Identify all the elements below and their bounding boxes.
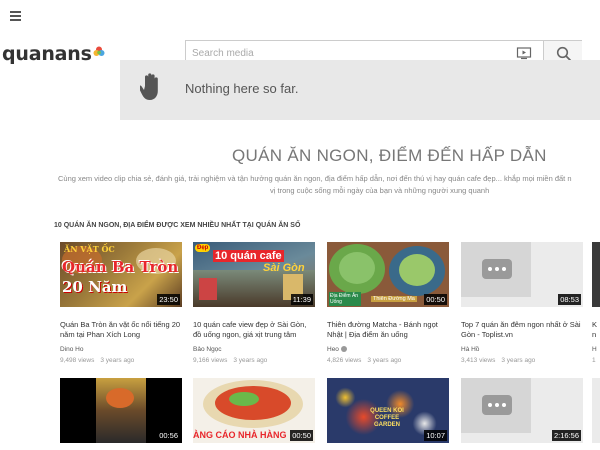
video-thumbnail[interactable]: ĂN VẶT ỐC Quán Ba Tròn 20 Năm 23:50 [60, 242, 182, 307]
more-dots-icon [482, 395, 512, 415]
hand-stop-icon [140, 73, 158, 100]
video-duration: 23:50 [157, 294, 180, 305]
view-count: 9,166 views [193, 357, 228, 364]
thumbnail-badge: Đẹp [195, 244, 211, 252]
section-title: 10 QUÁN ĂN NGON, ĐỊA ĐIỂM ĐƯỢC XEM NHIỀU… [54, 222, 301, 229]
video-card-partial[interactable]: Kn H 1 [592, 242, 600, 364]
video-card[interactable]: 00:56 [60, 378, 182, 443]
video-title[interactable]: Top 7 quán ăn đêm ngon nhất ở Sài Gòn - … [461, 320, 583, 340]
video-thumbnail-partial[interactable] [592, 242, 600, 307]
video-duration: 11:39 [290, 294, 313, 305]
video-card[interactable]: ÀNG CÁO NHÀ HÀNG 00:50 [193, 378, 315, 443]
video-title[interactable]: Quán Ba Tròn ăn vặt ốc nổi tiếng 20 năm … [60, 320, 182, 340]
video-duration: 2:16:56 [551, 430, 581, 441]
channel-name[interactable]: Dino Ho [60, 346, 182, 353]
verified-icon [340, 346, 347, 353]
video-duration: 08:53 [558, 294, 581, 305]
video-duration: 00:50 [290, 430, 313, 441]
video-card[interactable]: QUEEN KOI COFFEE GARDEN 10:07 [327, 378, 449, 443]
thumbnail-caption-right: Thiên Đường Ma [371, 296, 417, 302]
video-thumbnail-partial[interactable] [592, 378, 600, 443]
view-count: 4,826 views [327, 357, 362, 364]
channel-name[interactable]: Hà Hồ [461, 346, 583, 353]
placeholder-image [461, 378, 531, 433]
video-thumbnail[interactable]: 2:16:56 [461, 378, 583, 443]
video-thumbnail[interactable]: 00:56 [60, 378, 182, 443]
channel-name[interactable]: Bảo Ngọc [193, 346, 315, 353]
video-title[interactable]: Thiên đường Matcha - Bánh ngọt Nhật | Đị… [327, 320, 449, 340]
video-title[interactable]: 10 quán cafe view đẹp ở Sài Gòn, đồ uống… [193, 320, 315, 340]
thumbnail-caption: QUEEN KOI COFFEE GARDEN [370, 408, 404, 428]
thumbnail-caption-left: Địa Điểm Ăn Uống [329, 292, 361, 306]
channel-name-text[interactable]: Heo [327, 346, 339, 353]
thumbnail-caption-main: 10 quán cafe [213, 250, 284, 262]
logo-flower-icon [93, 46, 105, 56]
menu-icon[interactable] [10, 11, 22, 21]
upload-age: 3 years ago [501, 357, 536, 364]
thumbnail-caption-sub: Sài Gòn [263, 262, 305, 274]
placeholder-image [461, 242, 531, 297]
video-card[interactable]: Địa Điểm Ăn Uống Thiên Đường Ma 00:50 Th… [327, 242, 449, 364]
thumbnail-caption-sub: 20 Năm [62, 278, 128, 296]
video-card[interactable]: Đẹp 10 quán cafe Sài Gòn 11:39 10 quán c… [193, 242, 315, 364]
channel-name[interactable]: Heo [327, 346, 449, 353]
top-bar [0, 0, 600, 34]
video-thumbnail[interactable]: Đẹp 10 quán cafe Sài Gòn 11:39 [193, 242, 315, 307]
page-title: QUÁN ĂN NGON, ĐIỂM ĐẾN HẤP DẪN [232, 146, 547, 165]
video-card[interactable]: 2:16:56 [461, 378, 583, 443]
upload-age: 3 years ago [233, 357, 268, 364]
video-card[interactable]: 08:53 Top 7 quán ăn đêm ngon nhất ở Sài … [461, 242, 583, 364]
view-count: 9,498 views [60, 357, 95, 364]
media-icon[interactable] [516, 45, 532, 61]
upload-age: 3 years ago [367, 357, 402, 364]
thumbnail-caption-top: ĂN VẶT ỐC [64, 244, 115, 254]
subtitle-line-2: vị trong cuộc sống mỗi ngày của bạn và n… [270, 186, 490, 195]
more-dots-icon [482, 259, 512, 279]
video-thumbnail[interactable]: ÀNG CÁO NHÀ HÀNG 00:50 [193, 378, 315, 443]
thumbnail-caption: ÀNG CÁO NHÀ HÀNG [193, 430, 287, 440]
video-card-partial[interactable] [592, 378, 600, 443]
video-duration: 00:56 [157, 430, 180, 441]
upload-age: 3 years ago [100, 357, 135, 364]
channel-name-partial[interactable]: H [592, 346, 600, 353]
video-thumbnail[interactable]: 08:53 [461, 242, 583, 307]
video-thumbnail[interactable]: QUEEN KOI COFFEE GARDEN 10:07 [327, 378, 449, 443]
thumbnail-caption-main: Quán Ba Tròn [62, 258, 179, 276]
video-thumbnail[interactable]: Địa Điểm Ăn Uống Thiên Đường Ma 00:50 [327, 242, 449, 307]
subtitle-line-1: Cùng xem video clip chia sẻ, đánh giá, t… [58, 174, 572, 183]
video-duration: 00:50 [424, 294, 447, 305]
empty-state-message: Nothing here so far. [185, 81, 299, 96]
video-duration: 10:07 [424, 430, 447, 441]
logo-text[interactable]: quanans [2, 43, 92, 65]
video-title-partial[interactable]: Kn [592, 320, 600, 340]
view-count-partial: 1 [592, 357, 596, 364]
view-count: 3,413 views [461, 357, 496, 364]
video-card[interactable]: ĂN VẶT ỐC Quán Ba Tròn 20 Năm 23:50 Quán… [60, 242, 182, 364]
